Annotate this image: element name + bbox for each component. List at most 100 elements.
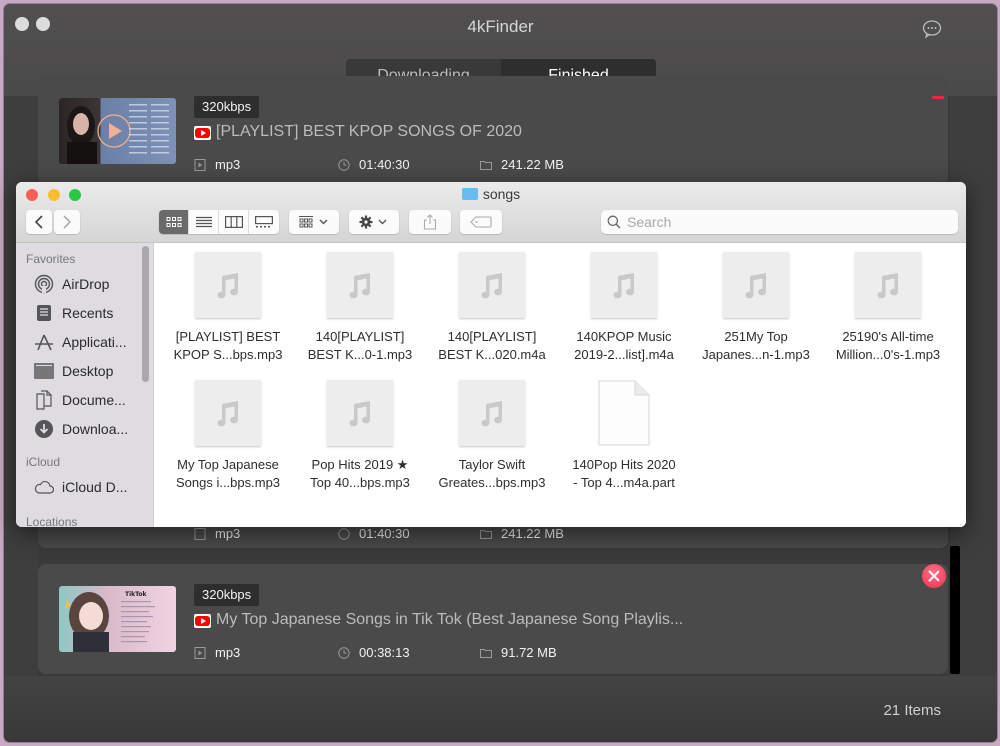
file-item[interactable]: 140KPOP Music 2019-2...list].m4a (559, 243, 689, 364)
delete-button-edge[interactable] (932, 96, 944, 99)
group-by-button[interactable] (289, 210, 339, 234)
group-icon (299, 216, 328, 228)
finder-sidebar: Favorites AirDrop Recents Applicati... D… (16, 243, 154, 527)
file-name-line2: 2019-2...list].m4a (574, 347, 674, 362)
file-name: Pop Hits 2019 ★ Top 40...bps.mp3 (295, 456, 425, 492)
app-title: 4kFinder (467, 17, 534, 36)
gallery-view-button[interactable] (249, 210, 279, 234)
search-input[interactable] (627, 214, 927, 230)
file-grid: [PLAYLIST] BEST KPOP S...bps.mp3 140[PLAYL… (155, 243, 966, 527)
chat-icon[interactable] (922, 20, 942, 38)
icon-view-button[interactable] (159, 210, 189, 234)
file-name-line2: Songs i...bps.mp3 (175, 475, 281, 490)
action-menu-button[interactable] (349, 210, 399, 234)
sidebar-item-icloud-drive[interactable]: iCloud D... (34, 477, 127, 497)
recents-icon (37, 305, 51, 321)
document-file-icon (591, 380, 657, 446)
file-item[interactable]: 251My Top Japanes...n-1.mp3 (691, 243, 821, 364)
svg-text:TikTok: TikTok (125, 591, 148, 598)
file-name-line1: 140KPOP Music (576, 329, 672, 344)
back-button[interactable] (26, 210, 52, 234)
folder-icon (480, 648, 492, 658)
audio-file-icon (459, 380, 525, 446)
file-item[interactable]: Pop Hits 2019 ★ Top 40...bps.mp3 (295, 371, 425, 492)
delete-button[interactable] (922, 564, 946, 588)
file-name: Taylor Swift Greates...bps.mp3 (427, 456, 557, 492)
icloud-icon (34, 481, 54, 494)
forward-button[interactable] (54, 210, 80, 234)
desktop-icon (34, 363, 54, 379)
card-title: My Top Japanese Songs in Tik Tok (Best J… (216, 611, 684, 628)
file-name-line1: 140Pop Hits 2020 (572, 457, 676, 472)
file-name-line2: BEST K...020.m4a (438, 347, 546, 362)
folder-icon (480, 160, 492, 170)
file-name-line1: Taylor Swift (458, 457, 526, 472)
sidebar-item-downloads[interactable]: Downloa... (34, 419, 128, 439)
icon-grid-icon (166, 217, 181, 227)
download-card: 320kbps [PLAYLIST] BEST KPOP SONGS OF 20… (38, 76, 948, 186)
quality-badge: 320kbps (194, 584, 260, 606)
file-item[interactable]: 25190's All-time Million...0's-1.mp3 (823, 243, 953, 364)
size-meta: 241.22 MB (480, 526, 564, 541)
columns-icon (224, 216, 243, 228)
file-item[interactable]: 140[PLAYLIST] BEST K...0-1.mp3 (295, 243, 425, 364)
file-name: 140KPOP Music 2019-2...list].m4a (559, 328, 689, 364)
sidebar-item-applications[interactable]: Applicati... (34, 332, 127, 352)
file-name: 25190's All-time Million...0's-1.mp3 (823, 328, 953, 364)
file-item[interactable]: Taylor Swift Greates...bps.mp3 (427, 371, 557, 492)
applications-icon (35, 334, 53, 351)
duration-meta: 00:38:13 (338, 645, 410, 660)
file-item[interactable]: My Top Japanese Songs i...bps.mp3 (163, 371, 293, 492)
file-name-line2: BEST K...0-1.mp3 (307, 347, 413, 362)
music-note-icon (481, 273, 502, 299)
music-note-icon (349, 273, 370, 299)
music-note-icon (877, 273, 898, 299)
audio-file-icon (195, 380, 261, 446)
file-name-line1: [PLAYLIST] BEST (175, 329, 281, 344)
format-meta: mp3 (194, 645, 240, 660)
search-field[interactable] (601, 210, 958, 234)
music-note-icon (217, 273, 238, 299)
file-name-line2: Top 40...bps.mp3 (310, 475, 410, 490)
format-meta: mp3 (194, 526, 240, 541)
tag-button[interactable] (460, 210, 502, 234)
clock-icon (338, 646, 350, 659)
finder-window: songs Search Favorites AirDrop Recents A… (16, 182, 966, 527)
audio-file-icon (591, 252, 657, 318)
file-item[interactable]: 140[PLAYLIST] BEST K...020.m4a (427, 243, 557, 364)
column-view-button[interactable] (219, 210, 249, 234)
audio-file-icon (855, 252, 921, 318)
finder-title: songs (16, 186, 966, 202)
music-note-icon (613, 273, 634, 299)
youtube-icon (194, 126, 211, 140)
size-meta: 241.22 MB (480, 157, 564, 172)
music-note-icon (745, 273, 766, 299)
finder-toolbar: songs (16, 182, 966, 243)
file-name: [PLAYLIST] BEST KPOP S...bps.mp3 (163, 328, 293, 364)
list-view-button[interactable] (189, 210, 219, 234)
file-name-line1: Pop Hits 2019 ★ (311, 457, 409, 472)
file-name: My Top Japanese Songs i...bps.mp3 (163, 456, 293, 492)
share-icon (423, 214, 437, 230)
audio-file-icon (459, 252, 525, 318)
sidebar-scrollbar[interactable] (142, 246, 149, 382)
share-button[interactable] (409, 210, 451, 234)
audio-file-icon (194, 646, 206, 659)
sidebar-item-documents[interactable]: Docume... (34, 390, 126, 410)
audio-file-icon (194, 527, 206, 540)
audio-file-icon (194, 158, 206, 171)
sidebar-item-recents[interactable]: Recents (34, 303, 113, 323)
sidebar-item-airdrop[interactable]: AirDrop (34, 274, 109, 294)
audio-file-icon (327, 380, 393, 446)
file-name-line2: Greates...bps.mp3 (438, 475, 546, 490)
file-item[interactable]: [PLAYLIST] BEST KPOP S...bps.mp3 (163, 243, 293, 364)
chevron-left-icon (34, 215, 43, 229)
file-name: 251My Top Japanes...n-1.mp3 (691, 328, 821, 364)
duration-meta: 01:40:30 (338, 157, 410, 172)
list-scrollbar-thumb[interactable] (950, 546, 960, 674)
size-meta: 91.72 MB (480, 645, 557, 660)
clock-icon (338, 527, 350, 540)
video-thumbnail (59, 98, 176, 164)
sidebar-item-desktop[interactable]: Desktop (34, 361, 113, 381)
file-item[interactable]: 140Pop Hits 2020 - Top 4...m4a.part (559, 371, 689, 492)
